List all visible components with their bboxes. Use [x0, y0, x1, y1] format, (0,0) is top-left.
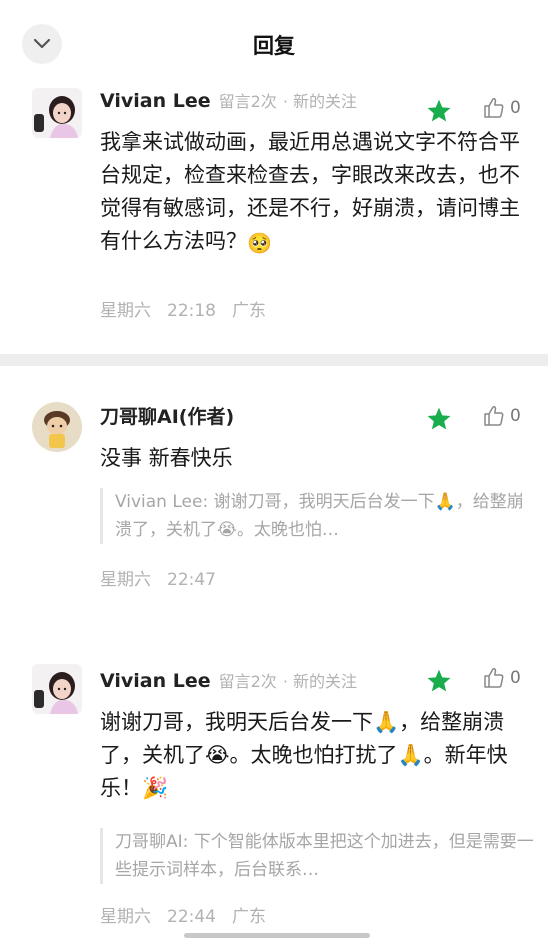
commenter-name[interactable]: 刀哥聊AI(作者) [100, 402, 234, 429]
like-button[interactable]: 0 [482, 96, 521, 120]
comment-day: 星期六 [100, 570, 151, 590]
girl-avatar-image [32, 664, 82, 714]
comment-header: 刀哥聊AI(作者) [100, 402, 234, 430]
star-icon[interactable] [426, 406, 452, 432]
commenter-name[interactable]: Vivian Lee [100, 670, 211, 692]
comment-location: 广东 [232, 301, 266, 321]
comment-count-badge: 留言2次 [218, 672, 277, 691]
girl-avatar-image [32, 88, 82, 138]
avatar[interactable] [32, 402, 82, 452]
comment-header: Vivian Lee 留言2次 · 新的关注 [100, 88, 357, 116]
avatar[interactable] [32, 664, 82, 714]
star-icon[interactable] [426, 668, 452, 694]
comment-day: 星期六 [100, 907, 151, 927]
thumbs-up-icon [484, 667, 504, 688]
like-count: 0 [510, 98, 521, 118]
comment-time: 22:47 [167, 570, 216, 590]
quoted-reply[interactable]: Vivian Lee: 谢谢刀哥，我明天后台发一下🙏，给整崩溃了，关机了😭。太晚… [100, 488, 535, 544]
comment-text: 我拿来试做动画，最近用总遇说文字不符合平台规定，检查来检查去，字眼改来改去，也不… [100, 126, 528, 258]
comment-text: 谢谢刀哥，我明天后台发一下🙏，给整崩溃了，关机了😭。太晚也怕打扰了🙏。新年快乐！… [100, 710, 508, 800]
comment-header: Vivian Lee 留言2次 · 新的关注 [100, 668, 357, 696]
header: 回复 [0, 0, 548, 88]
comment-count-badge: 留言2次 [218, 92, 277, 111]
thumbs-up-icon [484, 405, 504, 426]
comment-time: 22:44 [167, 907, 216, 927]
like-button[interactable]: 0 [482, 666, 521, 690]
comment-footer: 星期六 22:47 [100, 565, 232, 590]
new-follower-tag: · 新的关注 [282, 92, 357, 111]
home-indicator[interactable] [184, 933, 370, 938]
author-avatar-image [32, 402, 82, 452]
comment-footer: 星期六 22:44 广东 [100, 902, 282, 927]
comment-footer: 星期六 22:18 广东 [100, 296, 282, 321]
commenter-name[interactable]: Vivian Lee [100, 90, 211, 112]
thumbs-up-icon [484, 97, 504, 118]
comment-time: 22:18 [167, 301, 216, 321]
like-count: 0 [510, 406, 521, 426]
comment-location: 广东 [232, 907, 266, 927]
pleading-face-emoji: 🥺 [247, 231, 272, 255]
quoted-reply[interactable]: 刀哥聊AI: 下个智能体版本里把这个加进去，但是需要一些提示词样本，后台联系… [100, 828, 535, 884]
like-button[interactable]: 0 [482, 404, 521, 428]
comment-text: 没事 新春快乐 [100, 446, 233, 470]
new-follower-tag: · 新的关注 [282, 672, 357, 691]
star-icon[interactable] [426, 98, 452, 124]
comment-day: 星期六 [100, 301, 151, 321]
section-divider [0, 354, 548, 366]
page-title: 回复 [253, 34, 295, 58]
avatar[interactable] [32, 88, 82, 138]
comment-body: 我拿来试做动画，最近用总遇说文字不符合平台规定，检查来检查去，字眼改来改去，也不… [100, 130, 520, 253]
like-count: 0 [510, 668, 521, 688]
